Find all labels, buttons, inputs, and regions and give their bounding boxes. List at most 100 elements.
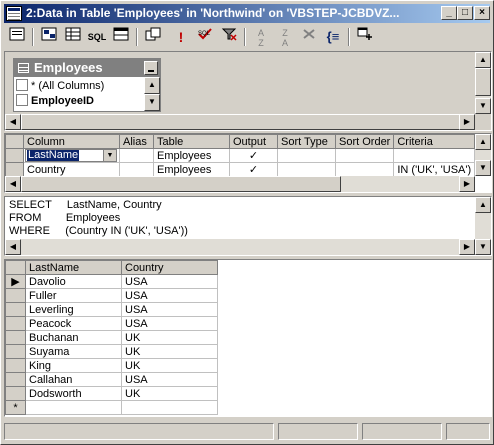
checkbox[interactable] <box>16 79 28 91</box>
country-cell[interactable] <box>121 400 218 415</box>
row-selector[interactable] <box>5 358 26 373</box>
scroll-up-button[interactable]: ▲ <box>475 134 491 150</box>
lastname-cell[interactable]: Davolio <box>25 274 122 289</box>
country-cell[interactable]: USA <box>121 274 218 289</box>
lastname-cell[interactable]: Dodsworth <box>25 386 122 401</box>
sort-type-cell[interactable] <box>277 162 336 177</box>
row-selector[interactable] <box>5 344 26 359</box>
grid-row[interactable]: Country Employees ✓ IN ('UK', 'USA') <box>5 162 476 177</box>
grid-hscroll[interactable]: ◀ ▶ <box>5 176 475 192</box>
scroll-left-button[interactable]: ◀ <box>5 114 21 130</box>
result-row[interactable]: ▶ Davolio USA <box>5 274 218 289</box>
maximize-button[interactable]: □ <box>457 6 473 20</box>
result-row[interactable]: Leverling USA <box>5 302 218 317</box>
column-cell[interactable]: LastName ▼ <box>23 148 120 163</box>
diagram-vscroll[interactable]: ▲ ▼ <box>475 52 491 114</box>
scroll-right-button[interactable]: ▶ <box>459 176 475 192</box>
table-minimize-button[interactable] <box>144 61 158 75</box>
scroll-down-button[interactable]: ▼ <box>475 239 491 255</box>
lastname-cell[interactable]: Peacock <box>25 316 122 331</box>
show-sql-icon[interactable]: SQL <box>86 27 108 47</box>
sql-pane[interactable]: SELECT LastName, Country FROM Employees … <box>4 196 492 256</box>
country-header[interactable]: Country <box>121 260 218 275</box>
alias-cell[interactable] <box>119 148 154 163</box>
grid-vscroll[interactable]: ▲ ▼ <box>475 134 491 176</box>
sort-descending-icon[interactable]: ZA <box>274 27 296 48</box>
country-cell[interactable]: USA <box>121 302 218 317</box>
result-row[interactable]: Dodsworth UK <box>5 386 218 401</box>
minimize-button[interactable]: _ <box>441 6 457 20</box>
table-cell[interactable]: Employees <box>153 162 230 177</box>
scroll-right-button[interactable]: ▶ <box>459 239 475 255</box>
lastname-cell[interactable]: Callahan <box>25 372 122 387</box>
country-cell[interactable]: UK <box>121 386 218 401</box>
row-selector[interactable] <box>5 148 24 163</box>
table-header[interactable]: Table <box>153 134 230 149</box>
grid-row[interactable]: LastName ▼ Employees ✓ <box>5 148 476 163</box>
column-header[interactable]: Column <box>23 134 120 149</box>
properties-icon[interactable] <box>6 27 28 47</box>
criteria-grid-pane[interactable]: Column Alias Table Output Sort Type Sort… <box>4 133 492 193</box>
sort-order-header[interactable]: Sort Order <box>334 134 395 149</box>
table-cell[interactable]: Employees <box>153 148 230 163</box>
table-box-scrollbar[interactable]: ▲ ▼ <box>144 77 160 111</box>
table-box-header[interactable]: Employees <box>14 59 160 77</box>
result-row[interactable]: Fuller USA <box>5 288 218 303</box>
all-columns-row[interactable]: * (All Columns) <box>16 79 104 94</box>
sql-text[interactable]: SELECT LastName, Country FROM Employees … <box>5 197 491 240</box>
scroll-up-button[interactable]: ▲ <box>475 197 491 213</box>
criteria-header[interactable]: Criteria <box>393 134 476 149</box>
scroll-thumb[interactable] <box>21 176 341 192</box>
country-cell[interactable]: UK <box>121 358 218 373</box>
lastname-header[interactable]: LastName <box>25 260 122 275</box>
scroll-right-button[interactable]: ▶ <box>459 114 475 130</box>
row-selector[interactable] <box>5 288 26 303</box>
country-cell[interactable]: UK <box>121 344 218 359</box>
output-checkbox[interactable]: ✓ <box>229 162 278 177</box>
sort-ascending-icon[interactable]: AZ <box>250 27 272 48</box>
change-query-type-icon[interactable] <box>142 27 164 47</box>
row-selector[interactable] <box>5 302 26 317</box>
result-row[interactable]: Callahan USA <box>5 372 218 387</box>
row-selector[interactable] <box>5 316 26 331</box>
new-row-marker[interactable]: * <box>5 400 26 415</box>
checkbox[interactable] <box>16 94 28 106</box>
scroll-thumb[interactable] <box>21 114 461 130</box>
result-row[interactable]: Buchanan UK <box>5 330 218 345</box>
result-row[interactable]: Suyama UK <box>5 344 218 359</box>
result-row[interactable]: Peacock USA <box>5 316 218 331</box>
scroll-thumb[interactable] <box>475 68 491 96</box>
scroll-down-button[interactable]: ▼ <box>475 98 491 114</box>
scroll-left-button[interactable]: ◀ <box>5 239 21 255</box>
remove-filter-icon[interactable] <box>218 27 240 47</box>
column-dropdown[interactable]: LastName ▼ <box>25 149 117 162</box>
employee-id-row[interactable]: EmployeeID <box>16 94 94 109</box>
add-table-icon[interactable] <box>354 27 376 47</box>
run-icon[interactable]: ! <box>170 27 192 47</box>
alias-header[interactable]: Alias <box>119 134 154 149</box>
row-selector[interactable] <box>5 386 26 401</box>
country-cell[interactable]: USA <box>121 316 218 331</box>
country-cell[interactable]: UK <box>121 330 218 345</box>
new-row[interactable]: * <box>5 400 218 415</box>
current-row-marker[interactable]: ▶ <box>5 274 26 289</box>
employees-table-box[interactable]: Employees * (All Columns) EmployeeID ▲ ▼ <box>13 58 161 112</box>
sort-type-cell[interactable] <box>277 148 336 163</box>
scroll-up-button[interactable]: ▲ <box>144 77 160 94</box>
row-selector[interactable] <box>5 330 26 345</box>
show-grid-icon[interactable] <box>62 27 84 47</box>
scroll-up-button[interactable]: ▲ <box>475 52 491 68</box>
criteria-cell[interactable]: IN ('UK', 'USA') <box>393 162 476 177</box>
scroll-down-button[interactable]: ▼ <box>144 94 160 111</box>
row-selector[interactable] <box>5 372 26 387</box>
output-checkbox[interactable]: ✓ <box>229 148 278 163</box>
sort-order-cell[interactable] <box>334 162 395 177</box>
sort-type-header[interactable]: Sort Type <box>277 134 336 149</box>
column-cell[interactable]: Country <box>23 162 120 177</box>
sql-vscroll[interactable]: ▲ ▼ <box>475 197 491 255</box>
show-results-icon[interactable] <box>110 27 132 47</box>
show-diagram-icon[interactable] <box>38 27 60 47</box>
lastname-cell[interactable] <box>25 400 122 415</box>
output-header[interactable]: Output <box>229 134 278 149</box>
title-bar[interactable]: 2:Data in Table 'Employees' in 'Northwin… <box>4 4 490 23</box>
